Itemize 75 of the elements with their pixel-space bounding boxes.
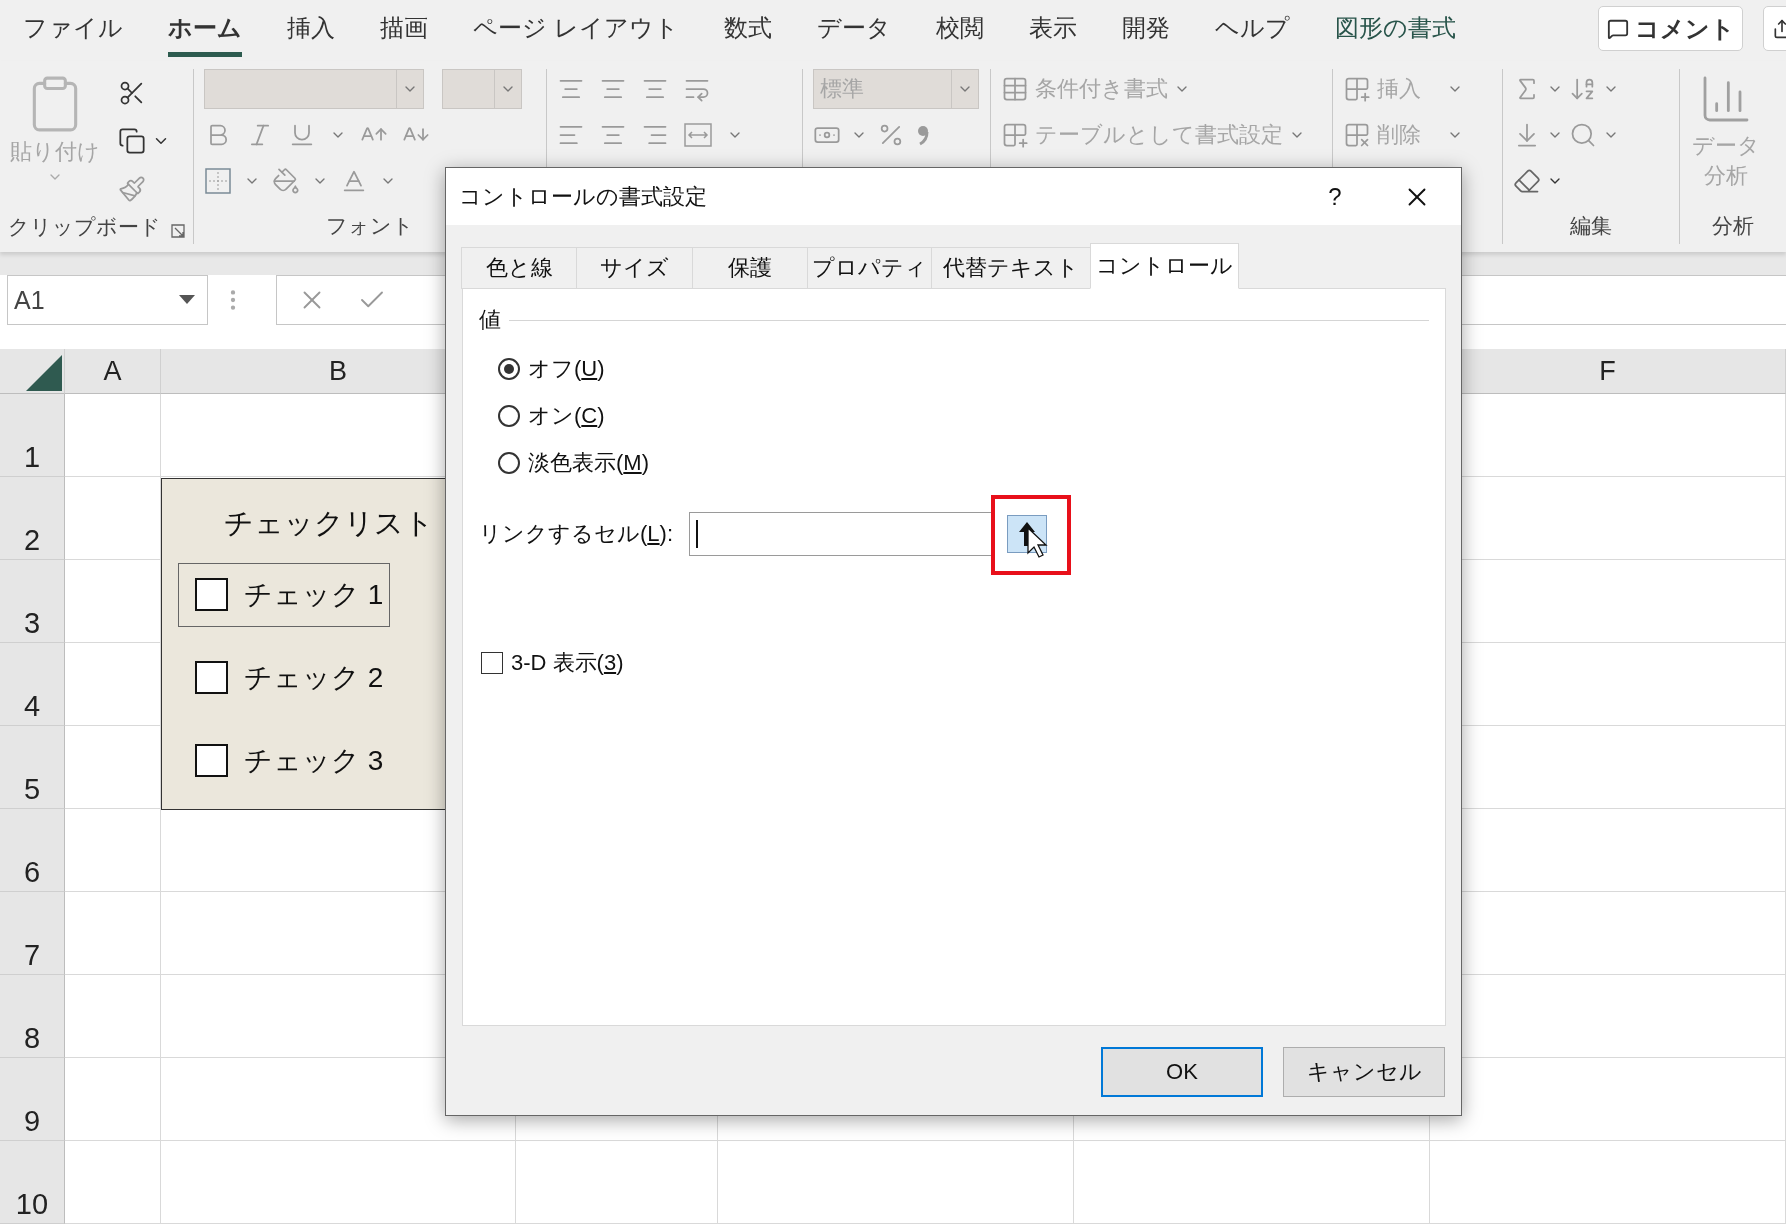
section-label: 値 [479, 306, 501, 334]
insert-cells-icon[interactable] [1343, 75, 1371, 104]
sheet-cell[interactable] [65, 809, 161, 892]
radio-button[interactable] [498, 404, 520, 427]
speech-bubble-icon [1606, 17, 1629, 40]
sheet-cell[interactable] [161, 1141, 516, 1224]
menu-tab[interactable]: ファイル [23, 4, 123, 58]
radio-button[interactable] [498, 357, 520, 380]
row-header[interactable]: 4 [0, 643, 65, 726]
row-header[interactable]: 6 [0, 809, 65, 892]
menu-tab[interactable]: 表示 [1028, 4, 1077, 58]
table-format-icon[interactable] [1001, 121, 1029, 150]
row-header[interactable]: 10 [0, 1141, 65, 1224]
dialog-title: コントロールの書式設定 [459, 182, 708, 211]
column-header[interactable]: A [65, 349, 161, 394]
borders-icon[interactable] [204, 167, 232, 196]
mouse-pointer-icon [1027, 527, 1050, 559]
font-size-field[interactable] [442, 69, 522, 110]
fill-color-icon[interactable] [272, 167, 300, 196]
sheet-checkbox[interactable]: チェック 3 [178, 728, 391, 793]
share-icon [1772, 18, 1786, 39]
dropdown-arrow-icon[interactable] [179, 295, 195, 306]
menu-tab[interactable]: 描画 [380, 4, 428, 58]
group-box-title: チェックリスト [224, 506, 435, 541]
menu-tab[interactable]: 校閲 [935, 4, 984, 58]
sheet-cell[interactable] [65, 975, 161, 1058]
checkbox[interactable] [481, 652, 503, 674]
name-box[interactable]: A1 [7, 275, 208, 326]
sheet-checkbox[interactable]: チェック 2 [178, 645, 391, 710]
sheet-checkbox[interactable]: チェック 1 [178, 562, 391, 627]
menu-tab[interactable]: データ [816, 4, 891, 58]
merge-cells-icon[interactable] [683, 121, 713, 150]
group-label: フォント [326, 213, 414, 240]
dialog-tab[interactable]: コントロール [1090, 243, 1239, 289]
row-header[interactable]: 2 [0, 477, 65, 560]
dialog-tab[interactable]: 色と線 [461, 247, 577, 289]
link-cell-label: リンクするセル(L): [479, 520, 674, 548]
font-name-field[interactable] [204, 69, 424, 110]
number-format-value: 標準 [820, 75, 864, 104]
row-header[interactable]: 1 [0, 394, 65, 477]
sheet-cell[interactable] [65, 1141, 161, 1224]
row-header[interactable]: 5 [0, 726, 65, 809]
row-header[interactable]: 7 [0, 892, 65, 975]
link-cell-field[interactable] [689, 512, 994, 556]
sheet-cell[interactable] [65, 394, 161, 477]
sheet-cell[interactable] [718, 1141, 1074, 1224]
menu-tab[interactable]: ページ レイアウト [473, 4, 679, 58]
row-header[interactable]: 9 [0, 1058, 65, 1141]
sheet-cell[interactable] [1074, 1141, 1430, 1224]
sheet-cell[interactable] [65, 892, 161, 975]
ok-button[interactable]: OK [1101, 1047, 1263, 1097]
copy-icon[interactable] [118, 127, 146, 156]
sheet-cell[interactable] [65, 1058, 161, 1141]
dialog-launcher-icon[interactable] [171, 223, 185, 238]
menu-tab[interactable]: 数式 [723, 4, 772, 58]
paintbrush-icon[interactable] [118, 175, 146, 204]
group-label: 分析 [1712, 213, 1754, 240]
radio-label[interactable]: オフ(U) [528, 353, 605, 384]
sheet-cell[interactable] [516, 1141, 718, 1224]
menu-tab[interactable]: 図形の書式 [1334, 4, 1456, 58]
menu-tab[interactable]: ヘルプ [1214, 4, 1290, 58]
comment-button[interactable]: コメント [1598, 6, 1743, 51]
radio-label[interactable]: オン(C) [528, 400, 605, 431]
menu-tab[interactable]: 開発 [1121, 4, 1170, 58]
group-label: クリップボード [8, 213, 161, 240]
radio-label[interactable]: 淡色表示(M) [528, 447, 649, 478]
sheet-cell[interactable] [1430, 1141, 1786, 1224]
help-button[interactable]: ? [1315, 181, 1355, 212]
radio-button[interactable] [498, 451, 520, 474]
row-header[interactable]: 8 [0, 975, 65, 1058]
menu-tab[interactable]: 挿入 [287, 4, 335, 58]
row-header[interactable]: 3 [0, 560, 65, 643]
cancel-button[interactable]: キャンセル [1283, 1047, 1445, 1097]
group-label: 編集 [1570, 213, 1612, 240]
checkbox-label[interactable]: 3-D 表示(3) [511, 648, 624, 678]
